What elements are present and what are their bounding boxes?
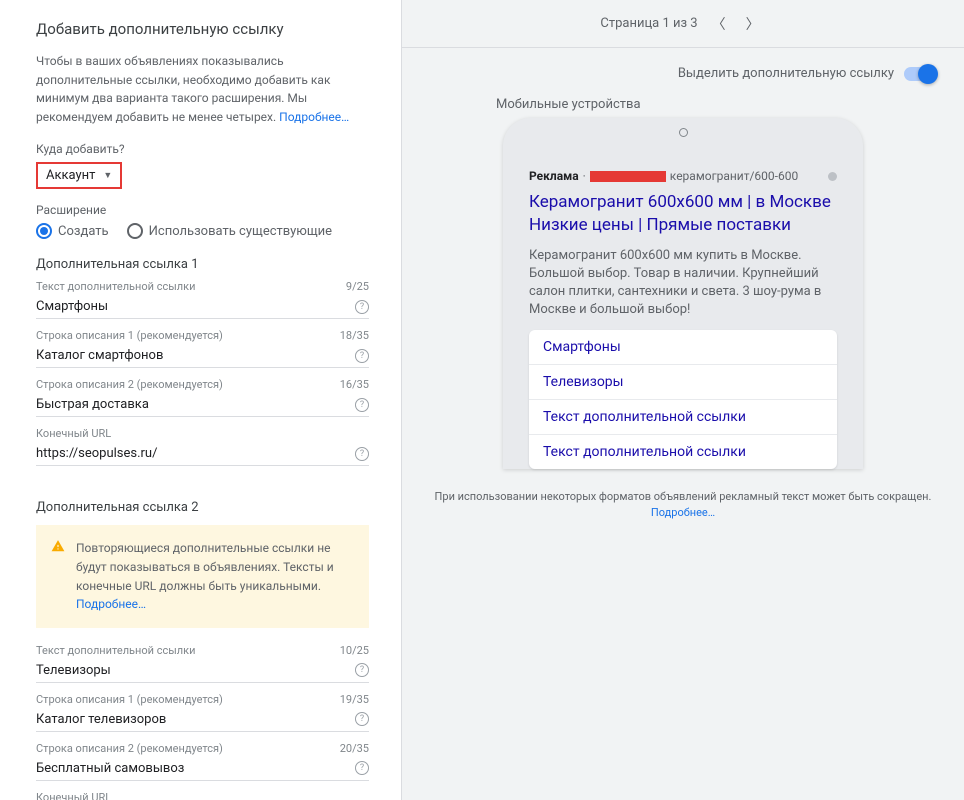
device-label: Мобильные устройства — [496, 97, 940, 112]
warning-icon — [50, 539, 66, 553]
preview-pager: Страница 1 из 3 〈 〉 — [402, 0, 964, 48]
radio-icon — [36, 223, 52, 239]
highlight-toggle[interactable] — [904, 67, 936, 81]
panel-title: Добавить дополнительную ссылку — [36, 20, 369, 38]
sitelink2-heading: Дополнительная ссылка 2 — [36, 500, 369, 515]
field-label: Строка описания 2 (рекомендуется) — [36, 742, 223, 755]
preview-sitelink[interactable]: Текст дополнительной ссылки — [529, 400, 837, 435]
sitelink1-heading: Дополнительная ссылка 1 — [36, 257, 369, 272]
warning-text: Повторяющиеся дополнительные ссылки не б… — [76, 541, 334, 592]
intro-learn-more-link[interactable]: Подробнее… — [279, 110, 349, 124]
field-value: Каталог телевизоров — [36, 712, 166, 727]
field-label: Строка описания 1 (рекомендуется) — [36, 329, 223, 342]
preview-sitelink[interactable]: Телевизоры — [529, 365, 837, 400]
separator-dot: · — [583, 169, 586, 183]
warning-learn-more-link[interactable]: Подробнее… — [76, 597, 146, 611]
radio-existing-label: Использовать существующие — [149, 224, 332, 239]
pager-prev-button[interactable]: 〈 — [706, 14, 732, 34]
help-icon[interactable]: ? — [355, 761, 369, 775]
sitelinks-list: Смартфоны Телевизоры Текст дополнительно… — [529, 330, 837, 469]
sl2-url-field[interactable]: Конечный URL https://seopulses.ru/ ? — [36, 791, 369, 800]
account-dropdown-value: Аккаунт — [46, 168, 95, 183]
account-dropdown[interactable]: Аккаунт ▼ — [36, 162, 122, 189]
extension-radio-group: Создать Использовать существующие — [36, 223, 369, 239]
sl1-url-field[interactable]: Конечный URL https://seopulses.ru/ ? — [36, 427, 369, 466]
chevron-down-icon: ▼ — [103, 170, 112, 181]
field-value: Бесплатный самовывоз — [36, 761, 184, 776]
pager-text: Страница 1 из 3 — [600, 16, 697, 31]
radio-create-label: Создать — [58, 224, 109, 239]
char-counter: 19/35 — [340, 693, 369, 706]
where-label: Куда добавить? — [36, 142, 369, 156]
sl2-desc2-field[interactable]: Строка описания 2 (рекомендуется) 20/35 … — [36, 742, 369, 781]
field-label: Текст дополнительной ссылки — [36, 644, 195, 657]
field-label: Строка описания 2 (рекомендуется) — [36, 378, 223, 391]
field-label: Текст дополнительной ссылки — [36, 280, 195, 293]
highlight-toggle-row: Выделить дополнительную ссылку — [402, 48, 964, 91]
preview-panel: Страница 1 из 3 〈 〉 Выделить дополнитель… — [402, 0, 964, 800]
duplicate-warning: Повторяющиеся дополнительные ссылки не б… — [36, 525, 369, 627]
toggle-label: Выделить дополнительную ссылку — [678, 66, 894, 81]
help-icon[interactable]: ? — [355, 349, 369, 363]
help-icon[interactable]: ? — [355, 398, 369, 412]
redacted-domain — [590, 171, 666, 182]
sl1-desc1-field[interactable]: Строка описания 1 (рекомендуется) 18/35 … — [36, 329, 369, 368]
char-counter: 9/25 — [346, 280, 369, 293]
preview-disclaimer: При использовании некоторых форматов объ… — [426, 489, 940, 522]
field-value: Смартфоны — [36, 299, 108, 314]
field-value: Телевизоры — [36, 663, 111, 678]
disclaimer-learn-more-link[interactable]: Подробнее… — [651, 506, 715, 519]
sl2-desc1-field[interactable]: Строка описания 1 (рекомендуется) 19/35 … — [36, 693, 369, 732]
field-label: Конечный URL — [36, 791, 111, 800]
ad-description: Керамогранит 600х600 мм купить в Москве.… — [529, 247, 837, 320]
form-panel: Добавить дополнительную ссылку Чтобы в в… — [0, 0, 402, 800]
ad-preview-card: Реклама · керамогранит/600-600 Керамогра… — [515, 155, 851, 469]
field-value: Быстрая доставка — [36, 397, 149, 412]
disclaimer-text: При использовании некоторых форматов объ… — [435, 490, 932, 503]
ad-display-url: керамогранит/600-600 — [670, 169, 798, 183]
sl1-desc2-field[interactable]: Строка описания 2 (рекомендуется) 16/35 … — [36, 378, 369, 417]
help-icon[interactable]: ? — [355, 300, 369, 314]
pager-next-button[interactable]: 〉 — [740, 14, 766, 34]
field-label: Конечный URL — [36, 427, 111, 440]
preview-sitelink[interactable]: Смартфоны — [529, 330, 837, 365]
field-value: Каталог смартфонов — [36, 348, 163, 363]
radio-create[interactable]: Создать — [36, 223, 109, 239]
char-counter: 18/35 — [340, 329, 369, 342]
ad-info-icon — [828, 172, 837, 181]
preview-sitelink[interactable]: Текст дополнительной ссылки — [529, 435, 837, 469]
help-icon[interactable]: ? — [355, 447, 369, 461]
intro-text: Чтобы в ваших объявлениях показывались д… — [36, 52, 369, 126]
char-counter: 16/35 — [340, 378, 369, 391]
radio-icon — [127, 223, 143, 239]
field-label: Строка описания 1 (рекомендуется) — [36, 693, 223, 706]
radio-existing[interactable]: Использовать существующие — [127, 223, 332, 239]
field-value: https://seopulses.ru/ — [36, 446, 157, 461]
char-counter: 20/35 — [340, 742, 369, 755]
help-icon[interactable]: ? — [355, 712, 369, 726]
sl1-text-field[interactable]: Текст дополнительной ссылки 9/25 Смартфо… — [36, 280, 369, 319]
phone-speaker-icon — [679, 128, 688, 137]
char-counter: 10/25 — [340, 644, 369, 657]
sl2-text-field[interactable]: Текст дополнительной ссылки 10/25 Телеви… — [36, 644, 369, 683]
help-icon[interactable]: ? — [355, 663, 369, 677]
extension-label: Расширение — [36, 203, 369, 217]
phone-frame: Реклама · керамогранит/600-600 Керамогра… — [503, 118, 863, 469]
ad-headline: Керамогранит 600х600 мм | в Москве Низки… — [529, 191, 837, 237]
ad-badge: Реклама — [529, 169, 579, 183]
